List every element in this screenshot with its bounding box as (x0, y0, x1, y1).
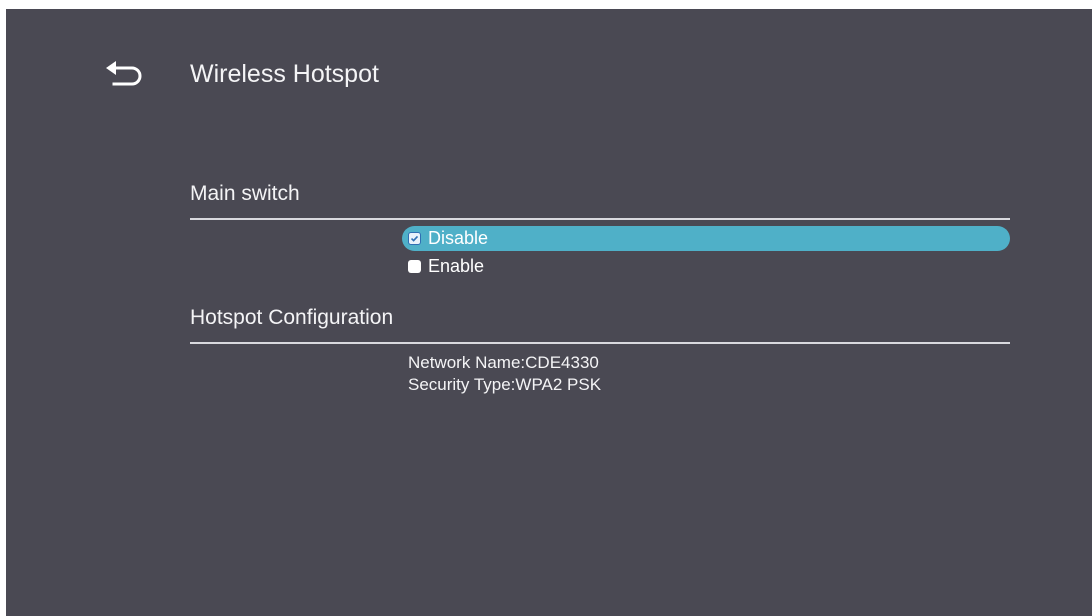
checkbox-unchecked-icon (408, 260, 421, 273)
back-button[interactable] (102, 59, 150, 103)
back-arrow-icon (106, 61, 142, 86)
hotspot-config-divider (190, 342, 1010, 344)
option-disable-label: Disable (428, 228, 489, 248)
security-type-text: Security Type:WPA2 PSK (408, 375, 602, 394)
network-name-text: Network Name:CDE4330 (408, 353, 599, 372)
settings-screen: Wireless Hotspot Main switch Disable Ena… (6, 9, 1092, 616)
checkbox-checked-icon (408, 232, 421, 245)
option-disable[interactable]: Disable (402, 226, 1010, 251)
option-enable-label: Enable (428, 256, 485, 276)
main-switch-title: Main switch (190, 182, 300, 205)
option-enable[interactable]: Enable (402, 254, 1010, 279)
page-title: Wireless Hotspot (190, 60, 379, 88)
hotspot-config-title: Hotspot Configuration (190, 306, 394, 329)
main-switch-divider (190, 218, 1010, 220)
